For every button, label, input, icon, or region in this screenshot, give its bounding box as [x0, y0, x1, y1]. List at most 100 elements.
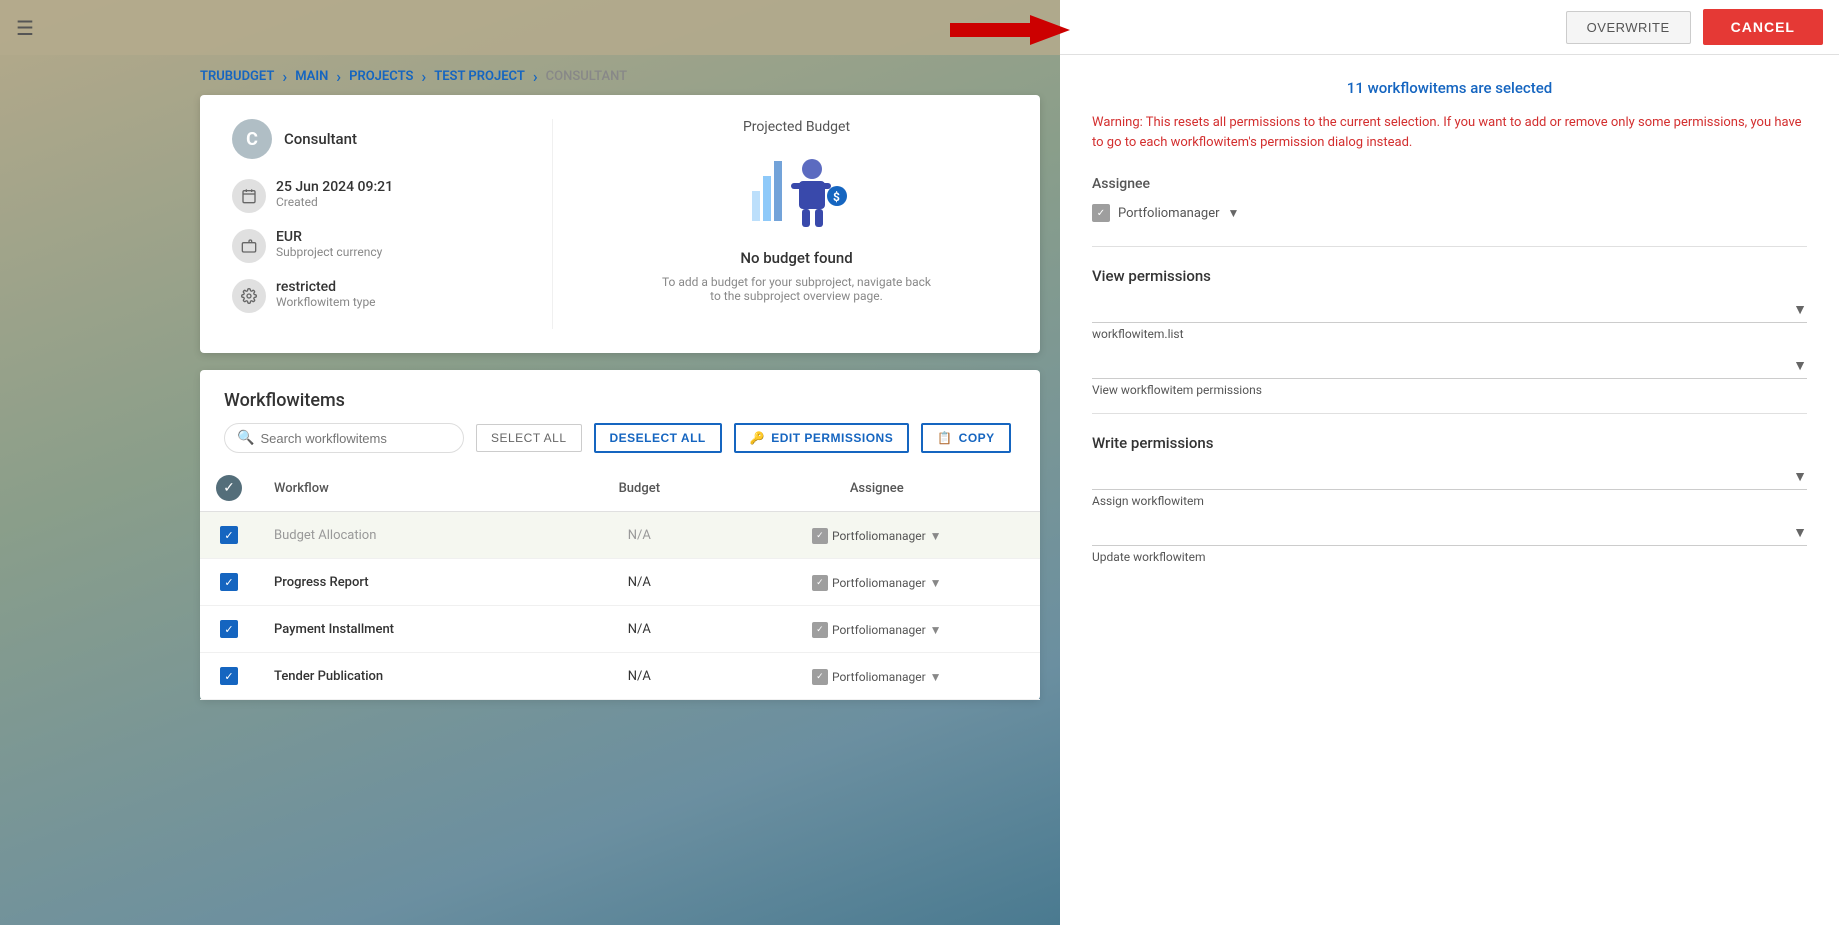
- row-assignee-2: ✓ Portfoliomanager ▼: [714, 559, 1041, 606]
- table-row: ✓ Payment Installment N/A ✓ Portfolioman…: [200, 606, 1040, 653]
- calendar-icon: [232, 179, 266, 213]
- row-budget-2: N/A: [565, 559, 713, 606]
- checkbox-checked-3[interactable]: ✓: [220, 620, 238, 638]
- key-icon: 🔑: [750, 431, 765, 445]
- search-input[interactable]: [260, 431, 440, 446]
- row-checkbox-2[interactable]: ✓: [200, 559, 258, 606]
- permission-dropdown-row-update[interactable]: ▼: [1092, 524, 1807, 546]
- wf-type-label: Workflowitem type: [276, 295, 376, 309]
- permission-item-assign: ▼ Assign workflowitem: [1092, 468, 1807, 508]
- assignee-value: Portfoliomanager: [1118, 206, 1220, 221]
- menu-icon[interactable]: ☰: [16, 16, 34, 40]
- no-budget-sub: To add a budget for your subproject, nav…: [657, 275, 937, 303]
- assignee-dropdown-arrow-3[interactable]: ▼: [930, 623, 942, 637]
- table-row: ✓ Progress Report N/A ✓ Portfoliomanager…: [200, 559, 1040, 606]
- permission-label-view: View workflowitem permissions: [1092, 383, 1807, 397]
- col-header-checkbox: ✓: [200, 465, 258, 512]
- selected-count-text: 11 workflowitems are selected: [1092, 79, 1807, 97]
- perm-drop-arrow-1[interactable]: ▼: [1793, 301, 1807, 318]
- workflowitems-section: Workflowitems 🔍 SELECT ALL DESELECT ALL …: [200, 370, 1040, 700]
- subproject-name: Consultant: [284, 130, 357, 148]
- perm-drop-arrow-2[interactable]: ▼: [1793, 357, 1807, 374]
- row-workflow-1: Budget Allocation: [258, 512, 565, 559]
- divider-1: [1092, 246, 1807, 247]
- row-workflow-4: Tender Publication: [258, 653, 565, 700]
- write-permissions-title: Write permissions: [1092, 434, 1807, 452]
- permission-label-list: workflowitem.list: [1092, 327, 1807, 341]
- row-assignee-3: ✓ Portfoliomanager ▼: [714, 606, 1041, 653]
- settings-icon: [232, 279, 266, 313]
- avatar: C: [232, 119, 272, 159]
- row-checkbox-1[interactable]: ✓: [200, 512, 258, 559]
- workflowitems-toolbar: 🔍 SELECT ALL DESELECT ALL 🔑 EDIT PERMISS…: [200, 423, 1040, 465]
- deselect-all-button[interactable]: DESELECT ALL: [594, 423, 722, 453]
- breadcrumb-test-project[interactable]: TEST PROJECT: [434, 69, 525, 84]
- no-budget-illustration: $ No budget found To add a budget for yo…: [585, 151, 1008, 303]
- permission-label-update: Update workflowitem: [1092, 550, 1807, 564]
- assignee-dropdown-arrow-4[interactable]: ▼: [930, 670, 942, 684]
- currency: EUR: [276, 229, 382, 245]
- wf-type: restricted: [276, 279, 376, 295]
- select-all-button[interactable]: SELECT ALL: [476, 424, 582, 452]
- table-row: ✓ Budget Allocation N/A ✓ Portfoliomanag…: [200, 512, 1040, 559]
- col-header-assignee: Assignee: [714, 465, 1041, 512]
- row-budget-3: N/A: [565, 606, 713, 653]
- permission-dropdown-row-assign[interactable]: ▼: [1092, 468, 1807, 490]
- breadcrumb-projects[interactable]: PROJECTS: [349, 69, 413, 84]
- overwrite-button[interactable]: OVERWRITE: [1566, 11, 1691, 44]
- view-permissions-title: View permissions: [1092, 267, 1807, 285]
- assignee-dropdown-arrow-2[interactable]: ▼: [930, 576, 942, 590]
- assignee-checkbox-2: ✓: [812, 575, 828, 591]
- check-all-circle[interactable]: ✓: [216, 475, 242, 501]
- assignee-checkbox-3: ✓: [812, 622, 828, 638]
- breadcrumb-sep-4: ›: [533, 67, 538, 86]
- col-header-workflow: Workflow: [258, 465, 565, 512]
- row-assignee-4: ✓ Portfoliomanager ▼: [714, 653, 1041, 700]
- permission-dropdown-row-list[interactable]: ▼: [1092, 301, 1807, 323]
- workflowitems-title: Workflowitems: [200, 370, 1040, 423]
- permission-dropdown-row-view[interactable]: ▼: [1092, 357, 1807, 379]
- row-checkbox-4[interactable]: ✓: [200, 653, 258, 700]
- created-date: 25 Jun 2024 09:21: [276, 179, 393, 195]
- assignee-check-icon: ✓: [1092, 204, 1110, 222]
- permission-item-update: ▼ Update workflowitem: [1092, 524, 1807, 564]
- search-box[interactable]: 🔍: [224, 423, 464, 453]
- table-row: ✓ Tender Publication N/A ✓ Portfoliomana…: [200, 653, 1040, 700]
- assignee-checkbox-4: ✓: [812, 669, 828, 685]
- perm-drop-arrow-4[interactable]: ▼: [1793, 524, 1807, 541]
- warning-text: Warning: This resets all permissions to …: [1092, 113, 1807, 152]
- cancel-button[interactable]: CANCEL: [1703, 9, 1823, 45]
- edit-permissions-button[interactable]: 🔑 EDIT PERMISSIONS: [734, 423, 909, 453]
- perm-drop-arrow-3[interactable]: ▼: [1793, 468, 1807, 485]
- row-budget-1: N/A: [565, 512, 713, 559]
- assignee-dropdown-arrow-1[interactable]: ▼: [930, 529, 942, 543]
- permission-label-assign: Assign workflowitem: [1092, 494, 1807, 508]
- currency-row: EUR Subproject currency: [232, 229, 512, 263]
- wf-type-row: restricted Workflowitem type: [232, 279, 512, 313]
- breadcrumb-trubudget[interactable]: TRUBUDGET: [200, 69, 274, 84]
- checkbox-checked-4[interactable]: ✓: [220, 667, 238, 685]
- svg-text:$: $: [833, 190, 840, 204]
- right-panel: 11 workflowitems are selected Warning: T…: [1060, 55, 1839, 925]
- copy-button[interactable]: 📋 COPY: [921, 423, 1010, 453]
- subproject-card: C Consultant 25 Jun 2024 09:21 Created: [200, 95, 1040, 353]
- no-budget-text: No budget found: [740, 249, 852, 267]
- row-checkbox-3[interactable]: ✓: [200, 606, 258, 653]
- row-workflow-3: Payment Installment: [258, 606, 565, 653]
- row-budget-4: N/A: [565, 653, 713, 700]
- assignee-section-label: Assignee: [1092, 176, 1807, 192]
- breadcrumb-sep-1: ›: [282, 67, 287, 86]
- right-top-bar: OVERWRITE CANCEL: [1060, 0, 1839, 55]
- projected-budget-title: Projected Budget: [585, 119, 1008, 135]
- assignee-dropdown-arrow[interactable]: ▼: [1228, 206, 1240, 220]
- breadcrumb-main[interactable]: MAIN: [295, 69, 328, 84]
- currency-icon: [232, 229, 266, 263]
- assignee-dropdown[interactable]: ✓ Portfoliomanager ▼: [1092, 204, 1807, 222]
- checkbox-checked-2[interactable]: ✓: [220, 573, 238, 591]
- checkbox-checked-1[interactable]: ✓: [220, 526, 238, 544]
- top-bar-left: ☰: [0, 0, 1060, 55]
- currency-label: Subproject currency: [276, 245, 382, 259]
- breadcrumb: TRUBUDGET › MAIN › PROJECTS › TEST PROJE…: [200, 55, 627, 98]
- copy-icon: 📋: [937, 431, 952, 445]
- breadcrumb-sep-2: ›: [336, 67, 341, 86]
